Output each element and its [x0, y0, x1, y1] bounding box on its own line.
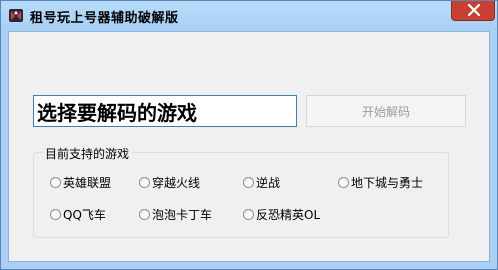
radio-popkart[interactable]: 泡泡卡丁车: [139, 206, 212, 222]
app-window: 租号玩上号器辅助破解版 开始解码 目前支持的游戏 英雄联盟 穿越火线 逆战: [0, 0, 498, 270]
radio-lol[interactable]: 英雄联盟: [50, 174, 111, 190]
radio-label: 穿越火线: [152, 175, 201, 190]
title-bar[interactable]: 租号玩上号器辅助破解版: [1, 1, 497, 31]
window-title: 租号玩上号器辅助破解版: [30, 11, 179, 26]
radio-qq-speed[interactable]: QQ飞车: [50, 206, 106, 222]
radio-label: QQ飞车: [63, 207, 106, 222]
supported-games-label: 目前支持的游戏: [42, 145, 133, 162]
radio-button-icon: [139, 176, 150, 188]
radio-label: 逆战: [256, 175, 281, 190]
radio-csol[interactable]: 反恐精英OL: [243, 206, 320, 222]
app-icon: [8, 7, 24, 23]
radio-label: 地下城与勇士: [351, 175, 424, 190]
game-select-input[interactable]: [33, 95, 297, 127]
close-icon: [467, 4, 481, 16]
start-decode-button[interactable]: 开始解码: [306, 95, 466, 127]
client-area: 开始解码 目前支持的游戏 英雄联盟 穿越火线 逆战 地下城与勇士 QQ飞车: [8, 31, 490, 262]
radio-button-icon: [338, 176, 349, 188]
radio-dnf[interactable]: 地下城与勇士: [338, 174, 423, 190]
radio-button-icon: [139, 208, 150, 220]
radio-button-icon: [243, 176, 254, 188]
close-button[interactable]: [451, 1, 495, 21]
radio-button-icon: [243, 208, 254, 220]
radio-button-icon: [50, 176, 61, 188]
radio-label: 反恐精英OL: [256, 207, 321, 222]
radio-crossfire[interactable]: 穿越火线: [139, 174, 200, 190]
radio-nizhan[interactable]: 逆战: [243, 174, 280, 190]
radio-button-icon: [50, 208, 61, 220]
radio-label: 英雄联盟: [63, 175, 112, 190]
supported-games-group: 目前支持的游戏 英雄联盟 穿越火线 逆战 地下城与勇士 QQ飞车 泡泡卡丁车 反…: [33, 145, 449, 238]
radio-label: 泡泡卡丁车: [152, 207, 213, 222]
